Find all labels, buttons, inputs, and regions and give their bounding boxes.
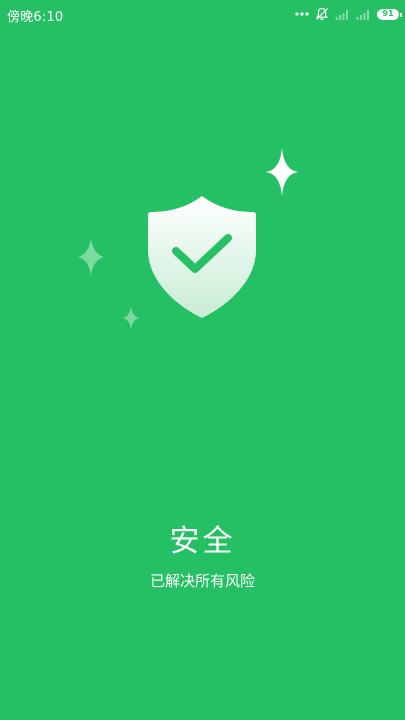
result-title: 安全 bbox=[169, 524, 236, 559]
shield-check-icon bbox=[148, 196, 256, 318]
sparkle-icon bbox=[78, 238, 104, 276]
shield-illustration bbox=[78, 148, 298, 330]
sparkle-icon bbox=[123, 306, 139, 330]
sparkle-icon bbox=[266, 148, 298, 196]
result-subtitle: 已解决所有风险 bbox=[149, 572, 255, 590]
